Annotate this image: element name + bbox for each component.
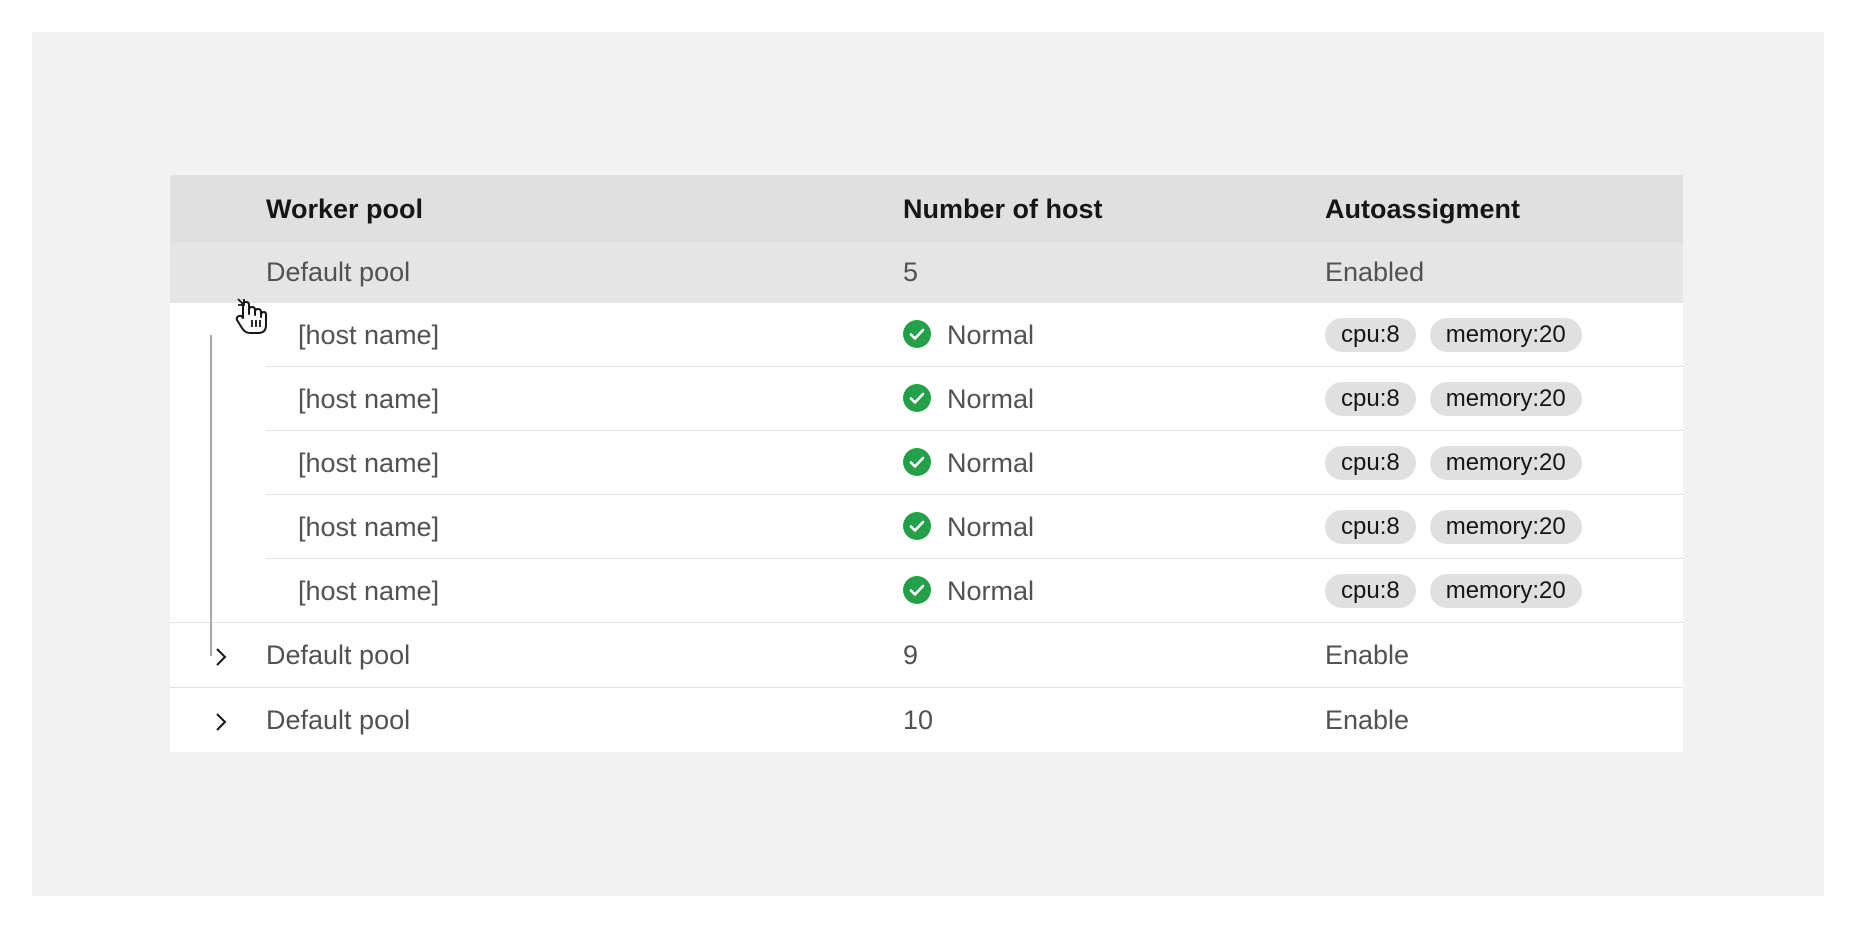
table-row-pool[interactable]: Default pool 10 Enable	[170, 688, 1683, 752]
header-autoassignment[interactable]: Autoassigment	[1325, 175, 1520, 243]
host-name: [host name]	[298, 448, 440, 478]
resource-tag: memory:20	[1429, 509, 1582, 544]
host-name: [host name]	[298, 384, 440, 414]
header-number-of-host[interactable]: Number of host	[903, 175, 1103, 243]
pool-autoassign: Enable	[1325, 705, 1410, 735]
expand-toggle[interactable]	[206, 243, 236, 303]
pool-host-count: 5	[903, 257, 919, 287]
host-status-label: Normal	[947, 320, 1035, 350]
checkmark-circle-icon	[903, 447, 931, 476]
resource-tag: cpu:8	[1325, 317, 1416, 352]
resource-tag: memory:20	[1429, 317, 1582, 352]
table-row-host[interactable]: [host name] Normal cpu:8 memory:20	[170, 303, 1683, 367]
pool-autoassign: Enabled	[1325, 257, 1425, 287]
host-tags: cpu:8 memory:20	[1325, 495, 1596, 559]
table-row-pool[interactable]: Default pool 9 Enable	[170, 623, 1683, 688]
host-status: Normal	[903, 367, 1034, 431]
table-row-host[interactable]: [host name] Normal cpu:8 memory:20	[170, 559, 1683, 623]
page-canvas: Worker pool Number of host Autoassigment…	[32, 32, 1824, 896]
expand-toggle[interactable]	[206, 688, 236, 752]
checkmark-circle-icon	[903, 511, 931, 540]
resource-tag: memory:20	[1429, 573, 1582, 608]
worker-pool-table: Worker pool Number of host Autoassigment…	[170, 175, 1683, 752]
host-status: Normal	[903, 303, 1034, 367]
table-row-host[interactable]: [host name] Normal cpu:8 memory:20	[170, 431, 1683, 495]
host-status: Normal	[903, 559, 1034, 623]
host-status-label: Normal	[947, 384, 1035, 414]
resource-tag: cpu:8	[1325, 381, 1416, 416]
table-row-host[interactable]: [host name] Normal cpu:8 memory:20	[170, 367, 1683, 431]
host-status: Normal	[903, 495, 1034, 559]
pool-host-count: 10	[903, 705, 934, 735]
pool-host-count: 9	[903, 640, 919, 670]
chevron-right-icon[interactable]	[213, 645, 229, 669]
resource-tag: cpu:8	[1325, 509, 1416, 544]
resource-tag: cpu:8	[1325, 573, 1416, 608]
host-tags: cpu:8 memory:20	[1325, 559, 1596, 623]
checkmark-circle-icon	[903, 319, 931, 348]
hand-cursor-icon	[235, 298, 267, 334]
host-name: [host name]	[298, 320, 440, 350]
host-status: Normal	[903, 431, 1034, 495]
pool-name: Default pool	[266, 705, 411, 735]
host-status-label: Normal	[947, 576, 1035, 606]
pool-autoassign: Enable	[1325, 640, 1410, 670]
table-header: Worker pool Number of host Autoassigment	[170, 175, 1683, 243]
host-name: [host name]	[298, 512, 440, 542]
header-worker-pool[interactable]: Worker pool	[266, 175, 423, 243]
pool-name: Default pool	[266, 640, 411, 670]
host-status-label: Normal	[947, 512, 1035, 542]
host-tags: cpu:8 memory:20	[1325, 431, 1596, 495]
host-status-label: Normal	[947, 448, 1035, 478]
host-tags: cpu:8 memory:20	[1325, 303, 1596, 367]
chevron-right-icon[interactable]	[213, 710, 229, 734]
host-tags: cpu:8 memory:20	[1325, 367, 1596, 431]
tree-connector-line	[210, 335, 212, 656]
resource-tag: memory:20	[1429, 445, 1582, 480]
table-row-expanded-pool[interactable]: Default pool 5 Enabled	[170, 243, 1683, 303]
resource-tag: cpu:8	[1325, 445, 1416, 480]
table-row-host[interactable]: [host name] Normal cpu:8 memory:20	[170, 495, 1683, 559]
pool-name: Default pool	[266, 257, 411, 287]
resource-tag: memory:20	[1429, 381, 1582, 416]
checkmark-circle-icon	[903, 383, 931, 412]
checkmark-circle-icon	[903, 575, 931, 604]
host-name: [host name]	[298, 576, 440, 606]
